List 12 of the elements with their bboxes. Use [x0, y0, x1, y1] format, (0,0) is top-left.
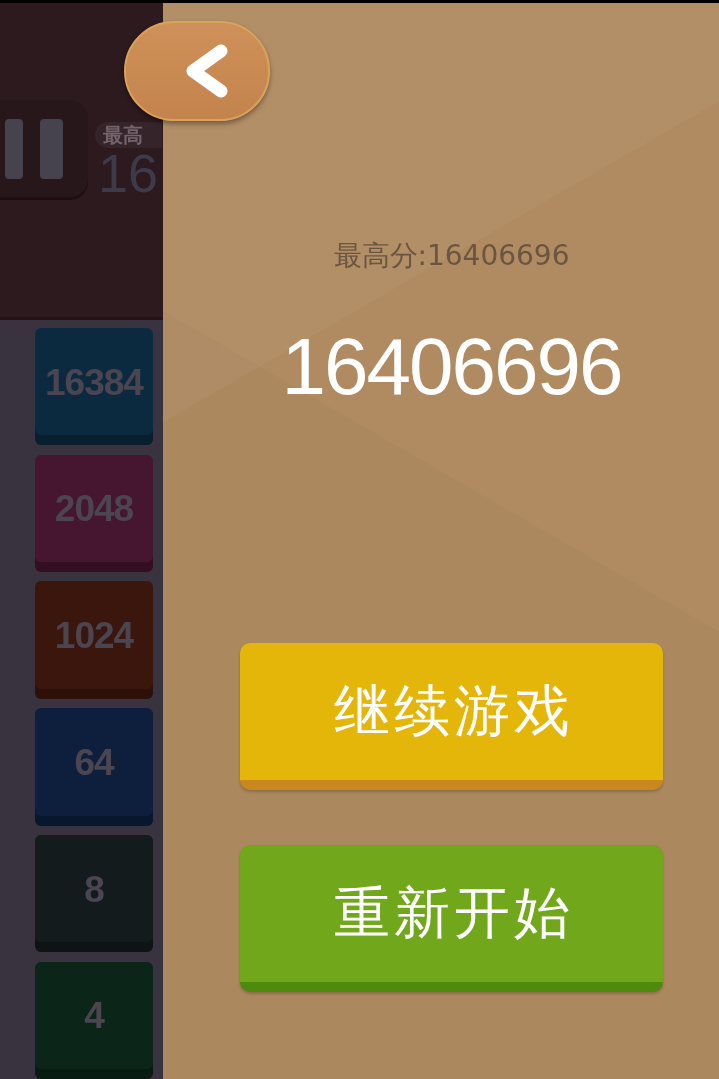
number-tile: 1024 — [35, 581, 153, 699]
best-score-label: 最高分:16406696 — [333, 241, 570, 271]
number-tile: 16384 — [35, 328, 153, 446]
pause-icon — [5, 118, 63, 179]
restart-button[interactable]: 重新开始 — [240, 845, 663, 992]
continue-button[interactable]: 继续游戏 — [240, 643, 663, 790]
number-tile: 8 — [35, 834, 153, 953]
best-score-badge: 最高 — [95, 122, 162, 148]
number-tile: 4 — [35, 961, 153, 1079]
chevron-left-icon — [185, 44, 229, 98]
score-value: 16406696 — [281, 321, 622, 413]
number-tile: 64 — [35, 708, 153, 826]
